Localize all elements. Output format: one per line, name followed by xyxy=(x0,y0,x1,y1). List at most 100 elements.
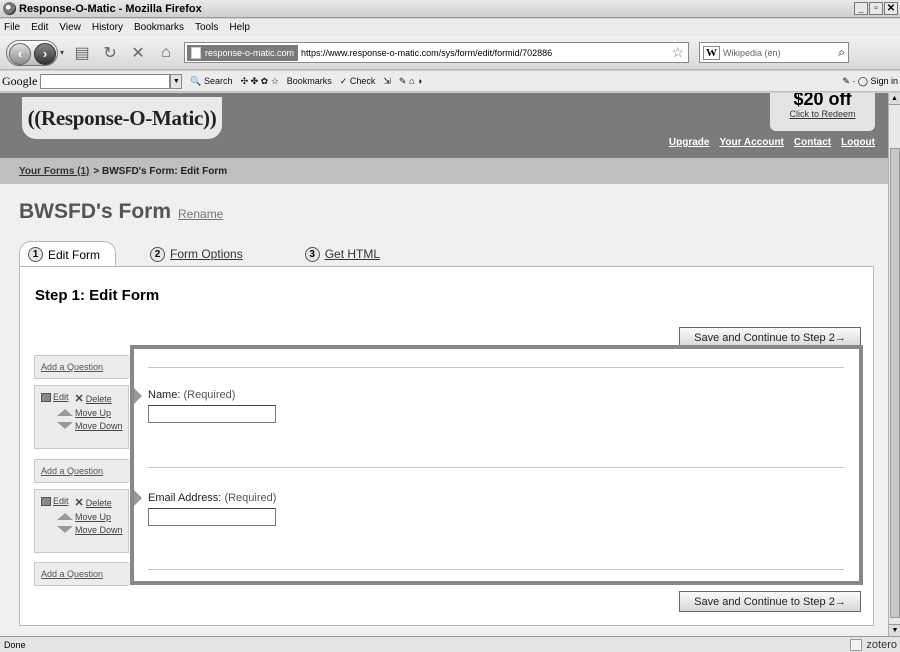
menu-history[interactable]: History xyxy=(92,22,123,33)
move-down-icon xyxy=(57,422,73,429)
search-engine-icon[interactable]: W xyxy=(703,45,721,60)
edit-label: Edit xyxy=(53,496,69,506)
page-icon xyxy=(191,46,202,59)
scroll-down-icon[interactable]: ▼ xyxy=(889,624,900,636)
close-button[interactable]: ✕ xyxy=(884,2,898,15)
reload-icon[interactable]: ↻ xyxy=(100,43,120,63)
tab-get-html[interactable]: 3 Get HTML xyxy=(293,241,392,267)
question-pointer-icon xyxy=(134,490,142,506)
upgrade-link[interactable]: Upgrade xyxy=(669,137,710,148)
name-input[interactable] xyxy=(148,405,276,423)
promo-banner[interactable]: $20 off Click to Redeem xyxy=(770,93,875,131)
maximize-button[interactable]: ▫ xyxy=(869,2,883,15)
add-question-1[interactable]: Add a Question xyxy=(34,355,140,379)
stop-icon[interactable]: ✕ xyxy=(128,43,148,63)
security-lock-icon[interactable] xyxy=(850,638,863,651)
sidewiki-icon[interactable]: ✎ ⌂ ◑ xyxy=(399,76,422,87)
zotero-button[interactable]: zotero xyxy=(866,639,900,651)
required-note: (Required) xyxy=(224,492,277,504)
minimize-button[interactable]: _ xyxy=(854,2,868,15)
site-header: ((Response-O-Matic)) $20 off Click to Re… xyxy=(0,93,888,158)
search-placeholder: Wikipedia (en) xyxy=(723,47,781,58)
tab-label[interactable]: Form Options xyxy=(170,247,243,261)
menu-file[interactable]: File xyxy=(4,22,20,33)
spellcheck-button[interactable]: ✓ Check xyxy=(340,76,376,87)
back-forward-group: ‹ › xyxy=(6,39,58,66)
delete-question-button[interactable]: ✕ Delete xyxy=(75,392,112,405)
forward-button[interactable]: › xyxy=(34,42,56,65)
tab-edit-form[interactable]: 1 Edit Form xyxy=(19,241,117,267)
add-question-label[interactable]: Add a Question xyxy=(41,569,103,579)
google-tools-icons[interactable]: ✣ ✤ ✿ ☆ xyxy=(241,76,279,87)
add-question-label[interactable]: Add a Question xyxy=(41,466,103,476)
print-icon[interactable]: ▤ xyxy=(72,43,92,63)
add-question-label[interactable]: Add a Question xyxy=(41,362,103,372)
tab-form-options[interactable]: 2 Form Options xyxy=(138,241,255,267)
move-down-button[interactable]: Move Down xyxy=(57,525,128,535)
required-note: (Required) xyxy=(183,389,236,401)
rename-link[interactable]: Rename xyxy=(178,207,223,221)
search-icon[interactable]: ⌕ xyxy=(838,45,845,60)
scroll-up-icon[interactable]: ▲ xyxy=(889,93,900,105)
scroll-thumb[interactable] xyxy=(890,148,900,618)
url-bar[interactable]: response-o-matic.com https://www.respons… xyxy=(184,42,690,63)
vertical-scrollbar[interactable]: ▲ ▼ xyxy=(888,93,900,636)
redeem-link[interactable]: Click to Redeem xyxy=(770,109,875,119)
menu-help[interactable]: Help xyxy=(229,22,250,33)
google-search-input[interactable] xyxy=(40,73,171,89)
response-o-matic-logo[interactable]: ((Response-O-Matic)) xyxy=(22,97,222,139)
navigation-toolbar: ‹ › ▾ ▤ ↻ ✕ ⌂ response-o-matic.com https… xyxy=(0,36,900,70)
email-input[interactable] xyxy=(148,508,276,526)
your-forms-link[interactable]: Your Forms (1) xyxy=(19,166,89,177)
window-titlebar: Response-O-Matic - Mozilla Firefox _ ▫ ✕ xyxy=(0,0,900,18)
google-dropdown-icon[interactable]: ▼ xyxy=(170,73,183,89)
menu-view[interactable]: View xyxy=(59,22,81,33)
google-bookmarks-button[interactable]: Bookmarks xyxy=(287,76,332,86)
menu-tools[interactable]: Tools xyxy=(195,22,218,33)
google-search-label: Search xyxy=(204,75,233,86)
add-question-3[interactable]: Add a Question xyxy=(34,562,140,586)
window-title: Response-O-Matic - Mozilla Firefox xyxy=(19,2,202,15)
delete-icon: ✕ xyxy=(74,497,84,509)
bookmark-star-icon[interactable]: ☆ xyxy=(671,44,684,61)
add-question-2[interactable]: Add a Question xyxy=(34,459,140,483)
logout-link[interactable]: Logout xyxy=(841,137,875,148)
tab-label[interactable]: Get HTML xyxy=(325,247,380,261)
back-button[interactable]: ‹ xyxy=(9,42,31,65)
breadcrumb-current: > BWSFD's Form: Edit Form xyxy=(93,165,228,177)
google-search-button[interactable]: 🔍 Search xyxy=(190,76,232,87)
home-icon[interactable]: ⌂ xyxy=(156,44,176,62)
search-box[interactable]: W Wikipedia (en) ⌕ xyxy=(699,42,850,63)
move-down-button[interactable]: Move Down xyxy=(57,421,128,431)
move-up-icon xyxy=(57,409,73,416)
firefox-icon xyxy=(3,2,16,15)
edit-icon xyxy=(41,393,51,403)
menu-edit[interactable]: Edit xyxy=(31,22,48,33)
move-up-icon xyxy=(57,513,73,520)
site-badge-label: response-o-matic.com xyxy=(205,47,295,58)
translate-icon[interactable]: ⇲ xyxy=(383,76,391,87)
site-identity-badge[interactable]: response-o-matic.com xyxy=(187,44,299,61)
status-addons: zotero xyxy=(850,638,900,651)
edit-icon xyxy=(41,497,51,507)
url-text[interactable]: https://www.response-o-matic.com/sys/for… xyxy=(301,48,552,58)
step-number-2: 2 xyxy=(150,246,166,262)
question-2-controls: Edit ✕ Delete Move Up Move Down xyxy=(34,489,129,553)
history-dropdown-icon[interactable]: ▾ xyxy=(60,48,64,57)
save-continue-button-bottom[interactable]: Save and Continue to Step 2→ xyxy=(679,591,861,612)
move-down-label: Move Down xyxy=(75,525,123,535)
contact-link[interactable]: Contact xyxy=(794,137,831,148)
your-account-link[interactable]: Your Account xyxy=(719,137,783,148)
delete-question-button[interactable]: ✕ Delete xyxy=(75,496,112,509)
move-up-button[interactable]: Move Up xyxy=(57,512,128,522)
name-field: Name: (Required) xyxy=(148,389,276,423)
step-title: Step 1: Edit Form xyxy=(35,287,160,304)
menu-bookmarks[interactable]: Bookmarks xyxy=(134,22,184,33)
google-sign-in[interactable]: ✎ · ◯ Sign in xyxy=(842,76,898,87)
breadcrumb: Your Forms (1) > BWSFD's Form: Edit Form xyxy=(0,158,888,184)
move-up-label: Move Up xyxy=(75,512,112,522)
edit-question-button[interactable]: Edit xyxy=(41,392,69,405)
move-up-button[interactable]: Move Up xyxy=(57,408,128,418)
edit-question-button[interactable]: Edit xyxy=(41,496,69,509)
sign-in-label: Sign in xyxy=(870,75,898,86)
